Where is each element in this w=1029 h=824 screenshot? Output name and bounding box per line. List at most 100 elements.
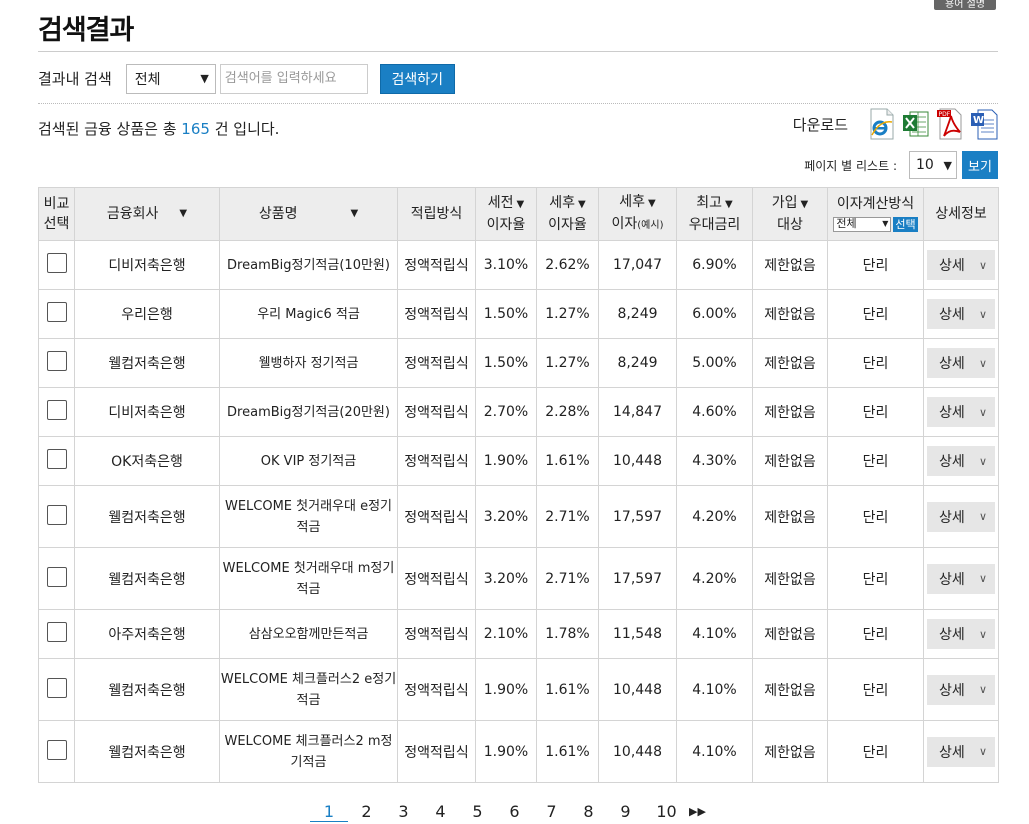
- detail-cell: 상세 ∨: [923, 720, 999, 783]
- detail-button-label: 상세: [939, 682, 965, 699]
- pdf-icon[interactable]: PDF: [936, 108, 964, 140]
- table-row: 웰컴저축은행 WELCOME 첫거래우대 e정기적금 정액적립식 3.20% 2.71%…: [38, 485, 999, 548]
- compare-checkbox[interactable]: [46, 351, 67, 371]
- search-input[interactable]: 검색어를 입력하세요: [219, 63, 368, 94]
- pretax-rate-cell: 3.20%: [475, 485, 537, 548]
- posttax-interest-cell: 10,448: [598, 436, 677, 486]
- detail-button[interactable]: 상세 ∨: [927, 736, 995, 767]
- header-calc-method: 이자계산방식 전체 ▼ 선택: [827, 187, 924, 241]
- compare-checkbox[interactable]: [46, 739, 67, 760]
- header-posttax-rate[interactable]: 세후 ▼ 이자율: [536, 187, 599, 241]
- company-cell: 웰컴저축은행: [74, 547, 220, 610]
- table-row: 웰컴저축은행 WELCOME 체크플러스2 m정기적금 정액적립식 1.90% 1.61…: [38, 720, 999, 783]
- detail-button[interactable]: 상세 ∨: [927, 299, 995, 329]
- calc-method-cell: 단리: [827, 289, 924, 339]
- view-button[interactable]: 보기: [962, 151, 998, 179]
- chevron-down-icon: ▼: [200, 72, 209, 85]
- method-cell: 정액적립식: [397, 547, 476, 610]
- product-name-link[interactable]: WELCOME 체크플러스2 e정기적금: [219, 658, 398, 721]
- page-link-5[interactable]: 5: [459, 802, 496, 822]
- posttax-rate-cell: 2.62%: [536, 240, 599, 290]
- detail-cell: 상세 ∨: [923, 609, 999, 659]
- header-posttax-interest[interactable]: 세후 ▼ 이자(예시): [598, 187, 677, 241]
- product-name-link[interactable]: DreamBig정기적금(10만원): [219, 240, 398, 290]
- search-button[interactable]: 검색하기: [379, 63, 455, 94]
- chevron-down-icon: ∨: [978, 683, 987, 696]
- page-link-2[interactable]: 2: [348, 802, 385, 822]
- detail-button[interactable]: 상세 ∨: [927, 446, 995, 476]
- calc-method-cell: 단리: [827, 387, 924, 437]
- compare-cell: [38, 609, 75, 659]
- sort-down-icon[interactable]: ▼: [179, 204, 187, 224]
- per-page-select[interactable]: 10 ▼: [909, 151, 957, 179]
- posttax-interest-cell: 14,847: [598, 387, 677, 437]
- page-link-7[interactable]: 7: [533, 802, 570, 822]
- header-pretax-rate[interactable]: 세전 ▼ 이자율: [475, 187, 537, 241]
- header-target[interactable]: 가입 ▼ 대상: [752, 187, 828, 241]
- sort-down-icon[interactable]: ▼: [578, 199, 586, 210]
- calc-method-select[interactable]: 전체 ▼: [833, 216, 892, 232]
- product-name-link[interactable]: 웰뱅하자 정기적금: [219, 338, 398, 388]
- posttax-rate-cell: 2.71%: [536, 547, 599, 610]
- detail-cell: 상세 ∨: [923, 289, 999, 339]
- product-name-link[interactable]: WELCOME 체크플러스2 m정기적금: [219, 720, 398, 783]
- detail-button[interactable]: 상세 ∨: [927, 674, 995, 705]
- compare-checkbox[interactable]: [46, 566, 67, 587]
- compare-checkbox[interactable]: [46, 302, 67, 322]
- page-link-10[interactable]: 10: [644, 802, 689, 822]
- product-name-link[interactable]: WELCOME 첫거래우대 m정기적금: [219, 547, 398, 610]
- sort-down-icon[interactable]: ▼: [517, 199, 525, 210]
- header-max-rate[interactable]: 최고 ▼ 우대금리: [676, 187, 753, 241]
- detail-button[interactable]: 상세 ∨: [927, 348, 995, 378]
- compare-checkbox[interactable]: [46, 504, 67, 525]
- detail-button[interactable]: 상세 ∨: [927, 501, 995, 532]
- per-page-value: 10: [916, 157, 934, 173]
- product-name-link[interactable]: WELCOME 첫거래우대 e정기적금: [219, 485, 398, 548]
- method-cell: 정액적립식: [397, 658, 476, 721]
- per-page-control: 페이지 별 리스트 : 10 ▼ 보기: [804, 151, 998, 179]
- product-name-link[interactable]: 삼삼오오함께만든적금: [219, 609, 398, 659]
- result-search-bar: 결과내 검색 전체 ▼ 검색어를 입력하세요 검색하기: [38, 63, 455, 94]
- page-link-1[interactable]: 1: [310, 802, 348, 822]
- compare-checkbox[interactable]: [46, 449, 67, 469]
- compare-checkbox[interactable]: [46, 622, 67, 642]
- detail-button[interactable]: 상세 ∨: [927, 563, 995, 594]
- detail-button[interactable]: 상세 ∨: [927, 250, 995, 280]
- summary-suffix: 건 입니다.: [214, 120, 280, 138]
- sort-down-icon[interactable]: ▼: [725, 199, 733, 210]
- sort-down-icon[interactable]: ▼: [648, 198, 656, 209]
- company-cell: 웰컴저축은행: [74, 720, 220, 783]
- page-link-8[interactable]: 8: [570, 802, 607, 822]
- calc-select-button[interactable]: 선택: [893, 216, 918, 232]
- compare-checkbox[interactable]: [46, 253, 67, 273]
- compare-checkbox[interactable]: [46, 677, 67, 698]
- page-link-3[interactable]: 3: [385, 802, 422, 822]
- sort-down-icon[interactable]: ▼: [350, 204, 358, 224]
- target-cell: 제한없음: [752, 547, 828, 610]
- next-pages-icon[interactable]: ▶▶: [689, 802, 706, 822]
- sort-down-icon[interactable]: ▼: [801, 199, 809, 210]
- header-detail: 상세정보: [923, 187, 999, 241]
- header-product[interactable]: 상품명 ▼: [219, 187, 398, 241]
- detail-cell: 상세 ∨: [923, 658, 999, 721]
- product-name-link[interactable]: OK VIP 정기적금: [219, 436, 398, 486]
- page-link-6[interactable]: 6: [496, 802, 533, 822]
- company-cell: 디비저축은행: [74, 387, 220, 437]
- detail-button[interactable]: 상세 ∨: [927, 397, 995, 427]
- header-company[interactable]: 금융회사 ▼: [74, 187, 220, 241]
- table-row: 우리은행 우리 Magic6 적금 정액적립식 1.50% 1.27% 8,249 6.00…: [38, 289, 999, 339]
- page-link-4[interactable]: 4: [422, 802, 459, 822]
- word-icon[interactable]: W: [970, 108, 998, 140]
- ie-icon[interactable]: [868, 108, 896, 140]
- product-name-link[interactable]: 우리 Magic6 적금: [219, 289, 398, 339]
- detail-button[interactable]: 상세 ∨: [927, 619, 995, 649]
- search-scope-select[interactable]: 전체 ▼: [125, 63, 216, 94]
- compare-cell: [38, 240, 75, 290]
- detail-button-label: 상세: [939, 571, 965, 588]
- product-name-link[interactable]: DreamBig정기적금(20만원): [219, 387, 398, 437]
- excel-icon[interactable]: [902, 108, 930, 140]
- glossary-badge[interactable]: 용어 설명: [934, 0, 996, 10]
- table-header-row: 비교 선택 금융회사 ▼ 상품명 ▼ 적립방식 세전 ▼ 이자율 세후 ▼ 이자율 세후 ▼ 이자…: [38, 187, 999, 241]
- compare-checkbox[interactable]: [46, 400, 67, 420]
- page-link-9[interactable]: 9: [607, 802, 644, 822]
